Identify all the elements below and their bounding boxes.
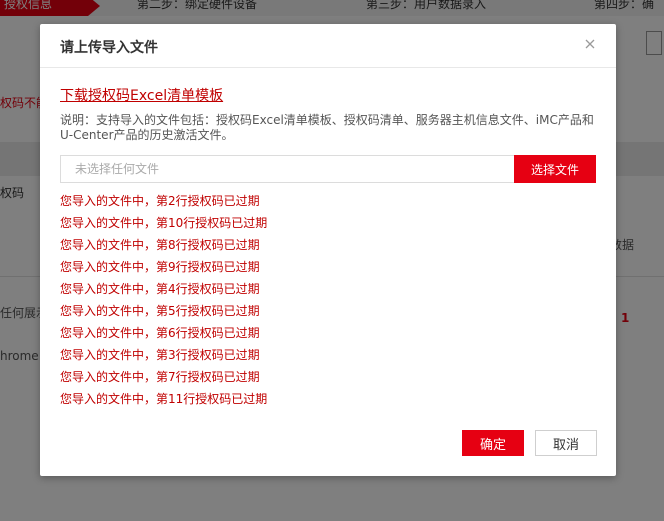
confirm-button[interactable]: 确定 xyxy=(462,430,524,456)
error-message: 您导入的文件中，第11行授权码已过期 xyxy=(60,392,268,406)
select-file-button[interactable]: 选择文件 xyxy=(514,155,596,183)
error-message: 您导入的文件中，第8行授权码已过期 xyxy=(60,238,260,252)
error-message: 您导入的文件中，第5行授权码已过期 xyxy=(60,304,260,318)
upload-dialog: 请上传导入文件 下载授权码Excel清单模板 说明：支持导入的文件包括：授权码E… xyxy=(40,24,616,476)
error-list: 您导入的文件中，第2行授权码已过期 您导入的文件中，第10行授权码已过期 您导入… xyxy=(60,190,267,410)
error-message: 您导入的文件中，第10行授权码已过期 xyxy=(60,216,268,230)
error-message: 您导入的文件中，第2行授权码已过期 xyxy=(60,194,260,208)
error-message: 您导入的文件中，第7行授权码已过期 xyxy=(60,370,260,384)
error-message: 您导入的文件中，第4行授权码已过期 xyxy=(60,282,260,296)
error-message: 您导入的文件中，第9行授权码已过期 xyxy=(60,260,260,274)
dialog-title: 请上传导入文件 xyxy=(60,40,158,56)
error-message: 您导入的文件中，第6行授权码已过期 xyxy=(60,326,260,340)
close-icon[interactable] xyxy=(582,36,598,52)
description-text: 说明：支持导入的文件包括：授权码Excel清单模板、授权码清单、服务器主机信息文… xyxy=(60,113,594,142)
dialog-header: 请上传导入文件 xyxy=(40,24,616,68)
file-select-row: 选择文件 xyxy=(60,155,596,183)
error-message: 您导入的文件中，第3行授权码已过期 xyxy=(60,348,260,362)
file-name-input[interactable] xyxy=(60,155,514,183)
cancel-button[interactable]: 取消 xyxy=(535,430,597,456)
download-template-link[interactable]: 下载授权码Excel清单模板 xyxy=(60,85,223,105)
